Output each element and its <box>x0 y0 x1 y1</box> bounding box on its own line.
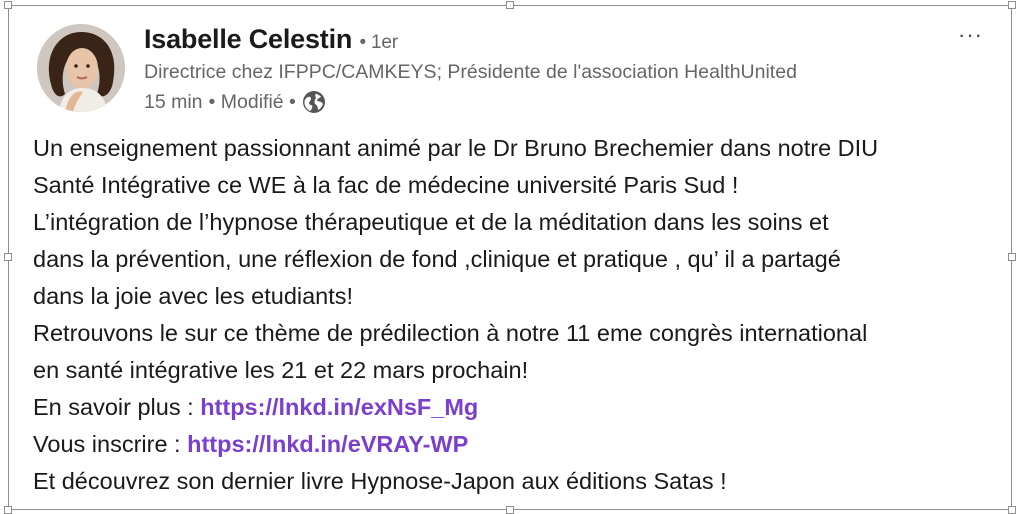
avatar[interactable] <box>37 24 125 112</box>
edited-label: • Modifié • <box>208 90 296 113</box>
resize-handle-middle-left[interactable] <box>4 253 12 261</box>
resize-handle-bottom-center[interactable] <box>506 506 514 514</box>
resize-handle-top-right[interactable] <box>1008 1 1016 9</box>
connection-degree: • 1er <box>359 32 399 53</box>
globe-icon <box>302 90 326 114</box>
author-name[interactable]: Isabelle Celestin • 1er <box>144 24 398 55</box>
learn-more-line: En savoir plus : https://lnkd.in/exNsF_M… <box>33 389 1008 426</box>
post-text-line: Et découvrez son dernier livre Hypnose-J… <box>33 468 727 494</box>
author-name-text[interactable]: Isabelle Celestin <box>144 24 352 54</box>
post-text-line: L’intégration de l’hypnose thérapeutique… <box>33 209 829 235</box>
post-text-line: Un enseignement passionnant animé par le… <box>33 135 879 161</box>
learn-more-label: En savoir plus : <box>33 394 201 420</box>
post-text-line: en santé intégrative les 21 et 22 mars p… <box>33 357 529 383</box>
register-label: Vous inscrire : <box>33 431 188 457</box>
post-text-line: Retrouvons le sur ce thème de prédilecti… <box>33 320 868 346</box>
more-options-button[interactable]: ··· <box>958 22 983 48</box>
resize-handle-top-left[interactable] <box>4 1 12 9</box>
register-line: Vous inscrire : https://lnkd.in/eVRAY-WP <box>33 426 1008 463</box>
post-text-line: dans la prévention, une réflexion de fon… <box>33 246 841 272</box>
post-body: Un enseignement passionnant animé par le… <box>33 130 1008 500</box>
post-time: 15 min <box>144 90 203 113</box>
resize-handle-top-center[interactable] <box>506 1 514 9</box>
post-text-line: Santé Intégrative ce WE à la fac de méde… <box>33 172 739 198</box>
author-headline: Directrice chez IFPPC/CAMKEYS; Président… <box>144 61 797 83</box>
avatar-image <box>37 24 125 112</box>
resize-handle-bottom-left[interactable] <box>4 506 12 514</box>
post-meta: 15 min • Modifié • <box>144 90 326 114</box>
post-text-line: dans la joie avec les etudiants! <box>33 283 354 309</box>
learn-more-link[interactable]: https://lnkd.in/exNsF_Mg <box>200 394 478 420</box>
resize-handle-bottom-right[interactable] <box>1008 506 1016 514</box>
resize-handle-middle-right[interactable] <box>1008 253 1016 261</box>
register-link[interactable]: https://lnkd.in/eVRAY-WP <box>187 431 468 457</box>
